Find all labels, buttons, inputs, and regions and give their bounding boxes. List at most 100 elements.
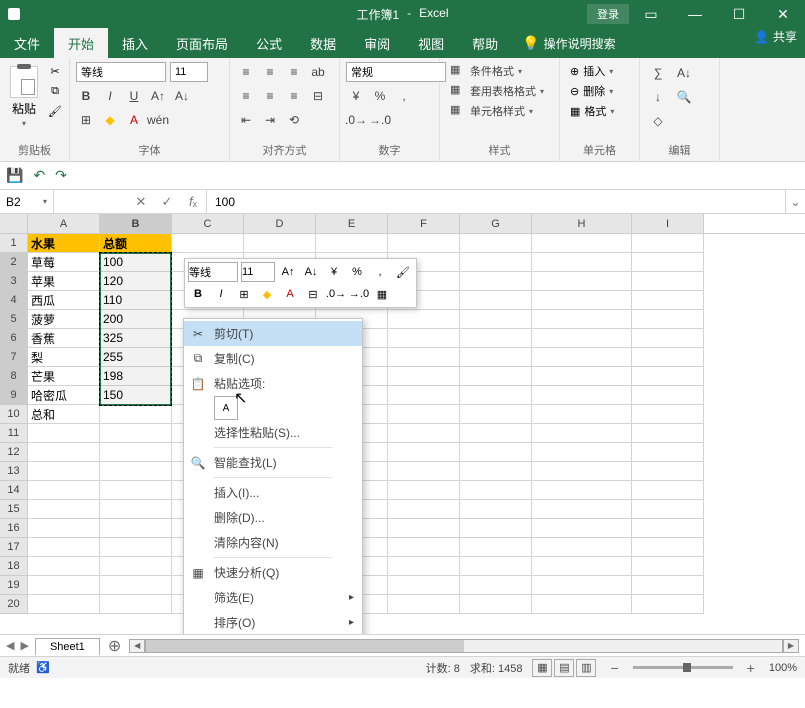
cell[interactable] (28, 424, 100, 443)
cell[interactable] (532, 500, 632, 519)
tab-home[interactable]: 开始 (54, 28, 108, 58)
cell[interactable]: 200 (100, 310, 172, 329)
accessibility-icon[interactable]: ♿ (36, 661, 50, 674)
tab-help[interactable]: 帮助 (458, 28, 512, 58)
zoom-in-button[interactable]: + (743, 660, 759, 676)
cell[interactable] (532, 367, 632, 386)
cell[interactable]: 110 (100, 291, 172, 310)
cell[interactable] (244, 234, 316, 253)
spreadsheet-grid[interactable]: A B C D E F G H I 1水果总额2草莓1003苹果1204西瓜11… (0, 214, 805, 634)
row-header[interactable]: 10 (0, 405, 28, 424)
mini-format-painter-icon[interactable]: 🖌 (393, 262, 413, 282)
mini-dec-decimal-icon[interactable]: →.0 (349, 284, 369, 304)
mini-merge-icon[interactable]: ⊟ (303, 284, 323, 304)
cell[interactable]: 150 (100, 386, 172, 405)
cell[interactable] (460, 234, 532, 253)
row-header[interactable]: 17 (0, 538, 28, 557)
menu-quick-analysis[interactable]: ▦快速分析(Q) (184, 560, 362, 585)
format-cells-button[interactable]: ▦格式▾ (566, 102, 633, 120)
cell[interactable] (460, 557, 532, 576)
mini-cond-format-icon[interactable]: ▦ (372, 284, 392, 304)
hscroll-left-icon[interactable]: ◀ (129, 639, 145, 653)
col-header-f[interactable]: F (388, 214, 460, 233)
wrap-text-icon[interactable]: ab (308, 62, 328, 82)
cell[interactable] (28, 462, 100, 481)
tab-review[interactable]: 审阅 (350, 28, 404, 58)
cell[interactable] (460, 253, 532, 272)
tab-data[interactable]: 数据 (296, 28, 350, 58)
cell[interactable]: 255 (100, 348, 172, 367)
row-header[interactable]: 7 (0, 348, 28, 367)
cell[interactable] (632, 443, 704, 462)
cell[interactable] (388, 405, 460, 424)
font-family-select[interactable] (76, 62, 166, 82)
tab-formulas[interactable]: 公式 (242, 28, 296, 58)
align-middle-icon[interactable]: ≡ (260, 62, 280, 82)
fill-icon[interactable]: ↓ (648, 87, 668, 107)
cell[interactable] (460, 386, 532, 405)
row-header[interactable]: 4 (0, 291, 28, 310)
cell[interactable] (100, 576, 172, 595)
cell[interactable] (460, 595, 532, 614)
col-header-g[interactable]: G (460, 214, 532, 233)
cell[interactable] (632, 329, 704, 348)
row-header[interactable]: 2 (0, 253, 28, 272)
cell[interactable] (172, 234, 244, 253)
row-header[interactable]: 6 (0, 329, 28, 348)
undo-icon[interactable]: ↶ (33, 167, 45, 184)
add-sheet-button[interactable]: ⊕ (100, 636, 129, 656)
cell[interactable] (532, 291, 632, 310)
cell[interactable]: 198 (100, 367, 172, 386)
cell[interactable] (460, 481, 532, 500)
cell[interactable] (388, 481, 460, 500)
cell[interactable] (100, 595, 172, 614)
insert-cells-button[interactable]: ⊕插入▾ (566, 62, 633, 80)
cell[interactable] (532, 253, 632, 272)
cell[interactable] (632, 500, 704, 519)
cell[interactable] (28, 576, 100, 595)
table-format-button[interactable]: ▦套用表格格式▾ (446, 82, 553, 100)
mini-fill-color-icon[interactable]: ◆ (257, 284, 277, 304)
cell[interactable] (100, 405, 172, 424)
tab-layout[interactable]: 页面布局 (162, 28, 242, 58)
cell[interactable] (388, 234, 460, 253)
cell[interactable] (460, 348, 532, 367)
row-header[interactable]: 19 (0, 576, 28, 595)
cell[interactable]: 水果 (28, 234, 100, 253)
cell[interactable] (532, 576, 632, 595)
zoom-level[interactable]: 100% (769, 662, 797, 674)
tab-file[interactable]: 文件 (0, 28, 54, 58)
cut-icon[interactable]: ✂ (46, 62, 64, 80)
cell[interactable]: 100 (100, 253, 172, 272)
tell-me-search[interactable]: 💡 操作说明搜索 (512, 28, 625, 58)
tab-view[interactable]: 视图 (404, 28, 458, 58)
sheet-tab[interactable]: Sheet1 (35, 638, 100, 655)
cell[interactable] (532, 329, 632, 348)
menu-smart-lookup[interactable]: 🔍智能查找(L) (184, 450, 362, 475)
sheet-nav-prev-icon[interactable]: ◀ (6, 639, 14, 652)
cell[interactable] (632, 291, 704, 310)
mini-border-icon[interactable]: ⊞ (234, 284, 254, 304)
zoom-out-button[interactable]: − (606, 660, 622, 676)
cell[interactable] (28, 538, 100, 557)
format-painter-icon[interactable]: 🖌 (46, 102, 64, 120)
sheet-nav-next-icon[interactable]: ▶ (20, 639, 28, 652)
row-header[interactable]: 1 (0, 234, 28, 253)
cell[interactable] (388, 310, 460, 329)
zoom-slider[interactable] (633, 666, 733, 669)
hscroll-right-icon[interactable]: ▶ (783, 639, 799, 653)
mini-inc-decimal-icon[interactable]: .0→ (326, 284, 346, 304)
menu-cut[interactable]: ✂剪切(T) (184, 321, 362, 346)
cell[interactable] (388, 348, 460, 367)
font-color-icon[interactable]: A (124, 110, 144, 130)
menu-clear[interactable]: 清除内容(N) (184, 530, 362, 555)
cell[interactable]: 120 (100, 272, 172, 291)
redo-icon[interactable]: ↷ (55, 167, 67, 184)
underline-button[interactable]: U (124, 86, 144, 106)
menu-paste-special[interactable]: 选择性粘贴(S)... (184, 420, 362, 445)
cell[interactable]: 总和 (28, 405, 100, 424)
cell[interactable] (632, 234, 704, 253)
mini-comma-icon[interactable]: , (370, 262, 390, 282)
sort-filter-icon[interactable]: A↓ (674, 63, 694, 83)
mini-percent-icon[interactable]: % (347, 262, 367, 282)
